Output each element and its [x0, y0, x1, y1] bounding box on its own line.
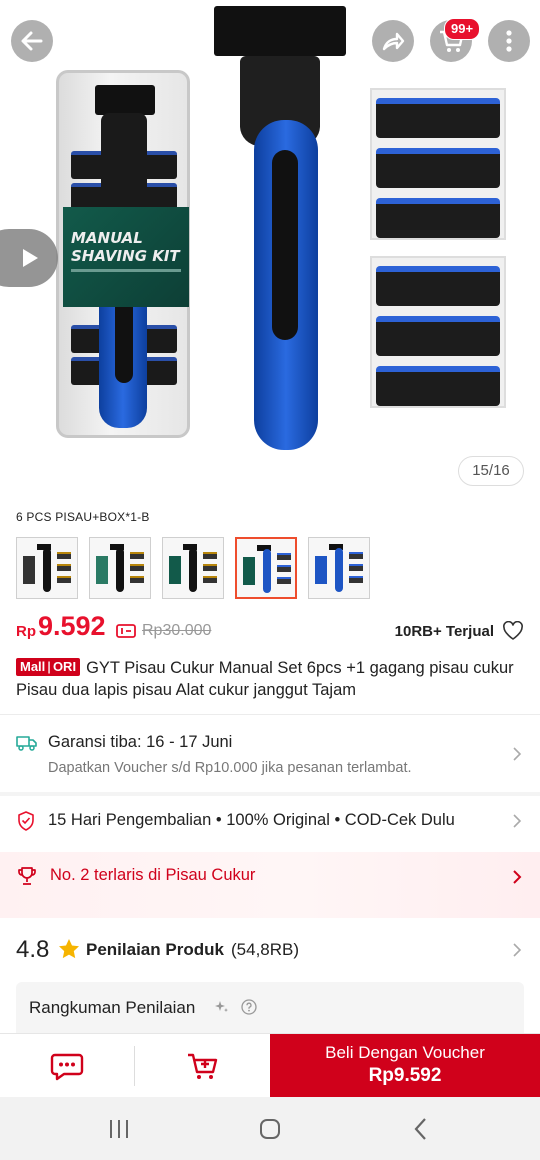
chevron-right-icon [513, 870, 522, 884]
shipping-subtitle: Dapatkan Voucher s/d Rp10.000 jika pesan… [48, 760, 412, 776]
more-vertical-icon [506, 30, 512, 52]
rating-summary-title: Rangkuman Penilaian [29, 998, 196, 1017]
cart-count-badge: 99+ [444, 18, 481, 40]
price-currency: Rp [16, 623, 36, 640]
divider [0, 714, 540, 715]
sparkle-icon [215, 1001, 228, 1012]
share-icon [382, 32, 405, 51]
voucher-price-icon [116, 624, 136, 638]
help-icon[interactable] [241, 999, 257, 1015]
razor-grip-image [272, 150, 298, 340]
image-counter: 15/16 [458, 456, 524, 486]
ori-badge-text: ORI [52, 659, 77, 674]
arrow-left-icon [21, 31, 43, 51]
chevron-right-icon [513, 747, 522, 761]
back-button[interactable] [11, 20, 53, 62]
cartridge-pack-image [370, 256, 506, 408]
variant-thumbnail[interactable] [162, 537, 224, 599]
home-icon [260, 1119, 280, 1139]
truck-icon [16, 736, 37, 751]
cartridge-pack-image [370, 88, 506, 240]
more-button[interactable] [488, 20, 530, 62]
cartridge-image [376, 148, 500, 188]
bestseller-rank-row[interactable]: No. 2 terlaris di Pisau Cukur [0, 852, 540, 918]
kit-label-line2: SHAVING KIT [71, 247, 180, 265]
home-button[interactable] [240, 1115, 300, 1143]
rating-label: Penilaian Produk [86, 940, 224, 959]
buy-button-label: Beli Dengan Voucher [325, 1043, 485, 1062]
rating-summary-card[interactable]: Rangkuman Penilaian [16, 982, 524, 1034]
bestseller-rank-text: No. 2 terlaris di Pisau Cukur [50, 866, 256, 884]
trophy-icon [18, 867, 36, 885]
variant-thumbnail[interactable] [16, 537, 78, 599]
cartridge-image [376, 98, 500, 138]
rating-score: 4.8 [16, 936, 50, 963]
recent-apps-icon [110, 1120, 128, 1138]
sold-count: 10RB+ Terjual [394, 623, 494, 640]
bottom-action-bar: Beli Dengan Voucher Rp9.592 [0, 1033, 540, 1098]
variant-thumbnail[interactable] [89, 537, 151, 599]
buy-with-voucher-button[interactable]: Beli Dengan Voucher Rp9.592 [270, 1034, 540, 1098]
cartridge-image [376, 316, 500, 356]
shipping-guarantee-row[interactable]: Garansi tiba: 16 - 17 Juni Dapatkan Vouc… [0, 716, 540, 790]
chat-button[interactable] [0, 1034, 134, 1098]
price-current: 9.592 [38, 611, 106, 641]
price-original: Rp30.000 [142, 622, 212, 639]
chevron-left-icon [414, 1118, 426, 1140]
kit-label-stripe [71, 269, 181, 272]
cartridge-image [376, 266, 500, 306]
play-video-button[interactable] [0, 229, 58, 287]
chevron-right-icon [513, 943, 522, 957]
system-back-button[interactable] [391, 1115, 451, 1143]
add-to-cart-icon [187, 1053, 217, 1079]
kit-label-line1: MANUAL [71, 229, 143, 247]
shield-check-icon [18, 811, 34, 831]
variant-label: 6 PCS PISAU+BOX*1-B [16, 510, 150, 524]
buy-button-price: Rp9.592 [368, 1065, 442, 1086]
service-guarantee-row[interactable]: 15 Hari Pengembalian • 100% Original • C… [0, 795, 540, 847]
mall-ori-badge: Mall | ORI [16, 658, 81, 676]
product-box-image: MANUAL SHAVING KIT [56, 70, 190, 438]
product-title: Mall | ORI GYT Pisau Cukur Manual Set 6pcs … [16, 657, 526, 701]
shipping-title: Garansi tiba: 16 - 17 Juni [48, 733, 233, 751]
product-title-text: GYT Pisau Cukur Manual Set 6pcs +1 gagan… [16, 659, 514, 699]
chevron-right-icon [513, 814, 522, 828]
service-guarantee-text: 15 Hari Pengembalian • 100% Original • C… [48, 811, 455, 829]
product-image-gallery[interactable]: MANUAL SHAVING KIT 99+ 15/16 [0, 0, 540, 500]
razor-head-image [95, 85, 155, 115]
price-row: Rp 9.592 Rp30.000 10RB+ Terjual [16, 611, 524, 645]
variant-thumbnail[interactable] [308, 537, 370, 599]
add-to-cart-button[interactable] [135, 1034, 270, 1098]
variant-thumbnail-selected[interactable] [235, 537, 297, 599]
rating-count: (54,8RB) [231, 940, 300, 959]
recent-apps-button[interactable] [89, 1115, 149, 1143]
share-button[interactable] [372, 20, 414, 62]
razor-head-image [214, 6, 346, 56]
cartridge-image [376, 366, 500, 406]
kit-label: MANUAL SHAVING KIT [63, 207, 189, 307]
chat-icon [50, 1053, 84, 1081]
heart-icon[interactable] [502, 621, 524, 641]
system-navigation-bar [0, 1097, 540, 1160]
product-rating-row[interactable]: 4.8 Penilaian Produk (54,8RB) [0, 918, 540, 982]
star-icon [59, 939, 79, 959]
mall-badge-text: Mall [20, 659, 46, 674]
cartridge-image [376, 198, 500, 238]
play-icon [23, 249, 38, 267]
variant-thumbnail-list [16, 537, 370, 599]
